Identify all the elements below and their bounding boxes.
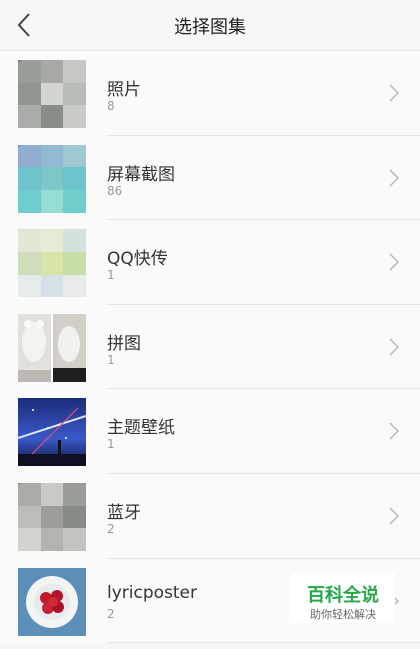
album-count: 1 <box>107 268 115 283</box>
album-name: 屏幕截图 <box>107 164 175 185</box>
chevron-right-icon <box>389 422 400 440</box>
chevron-right-icon <box>389 338 400 356</box>
album-name: 拼图 <box>107 333 141 354</box>
album-count: 86 <box>107 183 123 198</box>
album-thumbnail <box>18 60 86 128</box>
album-count: 1 <box>107 352 115 367</box>
album-thumbnail <box>18 398 86 467</box>
album-count: 8 <box>107 99 115 113</box>
page-title: 选择图集 <box>174 17 246 38</box>
album-row-qq-transfer[interactable]: QQ快传 1 <box>0 220 420 305</box>
album-thumbnail <box>18 229 86 298</box>
chevron-right-icon <box>389 84 400 102</box>
album-name: 蓝牙 <box>107 502 141 523</box>
album-row-screenshots[interactable]: 屏幕截图 86 <box>0 135 420 221</box>
album-count: 1 <box>107 437 115 452</box>
header: 选择图集 <box>0 0 420 51</box>
album-row-collage[interactable]: 拼图 1 <box>0 304 420 390</box>
album-list: 照片 8 屏幕截图 86 QQ快传 1 拼图 1 主题壁纸 1 蓝牙 2 lyr… <box>0 51 420 644</box>
album-row-theme-wallpaper[interactable]: 主题壁纸 1 <box>0 389 420 474</box>
album-thumbnail <box>18 567 86 636</box>
album-name: 照片 <box>107 80 141 100</box>
chevron-right-icon <box>389 169 400 187</box>
album-thumbnail <box>18 313 86 382</box>
album-row-photos[interactable]: 照片 8 <box>0 51 420 136</box>
watermark: 百科全说 助你轻松解决 <box>291 573 395 623</box>
watermark-title: 百科全说 <box>307 585 379 606</box>
album-count: 2 <box>107 521 115 536</box>
chevron-right-icon <box>389 253 400 271</box>
album-name: lyricposter <box>107 582 198 603</box>
album-thumbnail <box>18 144 86 213</box>
watermark-subtitle: 助你轻松解决 <box>310 608 376 621</box>
album-name: 主题壁纸 <box>107 418 175 439</box>
album-name: QQ快传 <box>107 249 168 270</box>
album-count: 2 <box>107 606 115 621</box>
chevron-right-icon <box>389 507 400 525</box>
album-thumbnail <box>18 482 86 551</box>
album-row-bluetooth[interactable]: 蓝牙 2 <box>0 473 420 559</box>
